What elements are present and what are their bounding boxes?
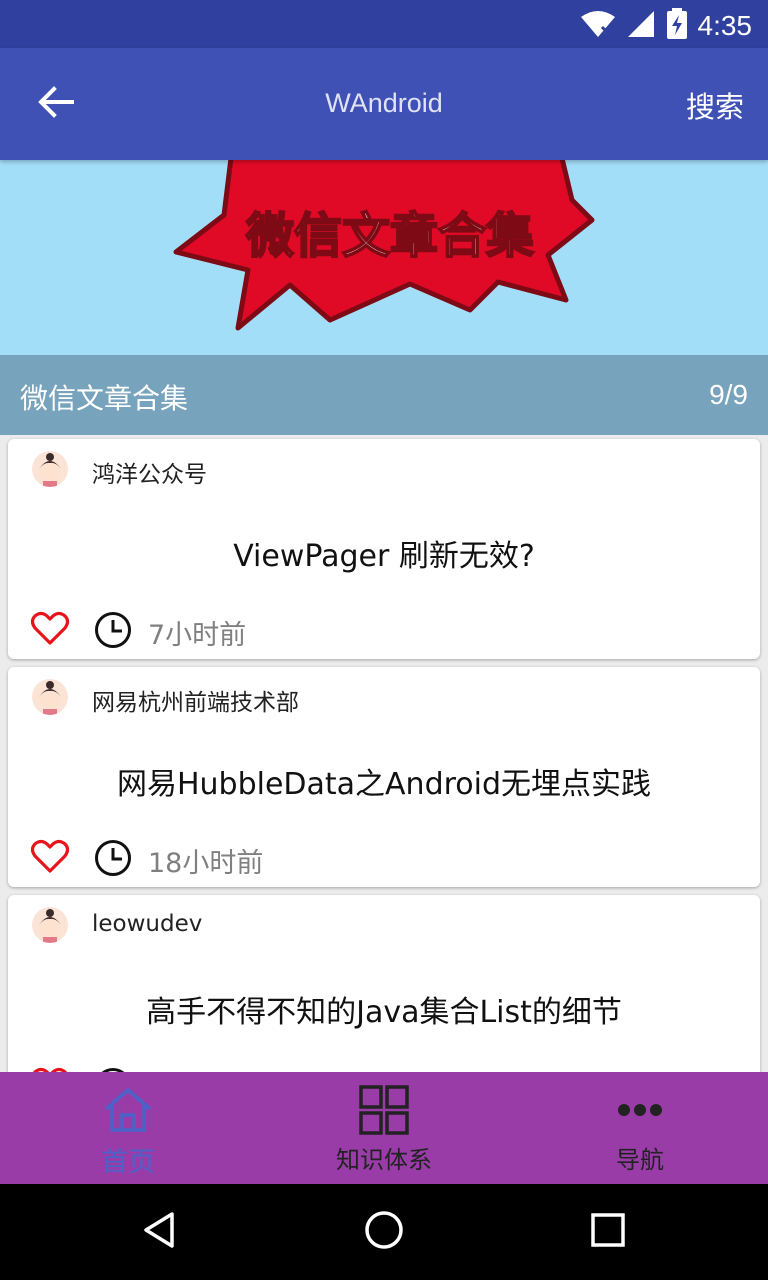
system-back-button[interactable] [136,1208,184,1256]
wifi-icon [580,9,616,43]
article-title[interactable]: ViewPager 刷新无效? [8,531,760,575]
like-button[interactable] [30,609,70,649]
avatar [32,451,68,487]
banner-page-indicator: 9/9 [709,379,748,410]
nav-label-navigation: 导航 [616,1146,664,1174]
banner-caption: 微信文章合集 9/9 [0,355,768,435]
home-icon [102,1084,154,1136]
grid-icon [359,1084,409,1136]
article-card[interactable]: 网易杭州前端技术部 网易HubbleData之Android无埋点实践 18小时… [8,667,760,887]
bottom-navigation: 首页 知识体系 导航 [0,1072,768,1184]
article-card[interactable]: 鸿洋公众号 ViewPager 刷新无效? 7小时前 [8,439,760,659]
article-author: 鸿洋公众号 [92,462,207,488]
more-dots-icon [617,1084,663,1136]
system-recents-button[interactable] [584,1208,632,1256]
banner-art: 微信文章合集 [173,160,595,331]
nav-label-home: 首页 [101,1147,155,1178]
clock-icon [94,611,132,649]
clock-icon [94,839,132,877]
nav-item-navigation[interactable]: 导航 [512,1072,768,1184]
status-bar: 4:35 [0,0,768,48]
avatar [32,907,68,943]
heart-icon [30,611,70,653]
article-time: 7小时前 [148,620,247,651]
signal-icon [626,9,656,43]
nav-item-home[interactable]: 首页 [0,1072,256,1184]
circle-home-icon [363,1209,405,1255]
article-title[interactable]: 网易HubbleData之Android无埋点实践 [8,759,760,803]
nav-label-knowledge: 知识体系 [336,1146,432,1174]
system-home-button[interactable] [360,1208,408,1256]
banner-image[interactable]: 微信文章合集 [0,160,768,355]
article-title[interactable]: 高手不得不知的Java集合List的细节 [8,987,760,1031]
status-icons: 4:35 [580,8,753,44]
heart-icon [30,839,70,881]
like-button[interactable] [30,837,70,877]
nav-item-knowledge[interactable]: 知识体系 [256,1072,512,1184]
article-time: 18小时前 [148,848,264,879]
triangle-back-icon [140,1210,180,1254]
status-time: 4:35 [697,10,753,41]
search-button[interactable]: 搜索 [686,84,744,126]
battery-charging-icon [666,8,688,44]
app-title: WAndroid [325,88,443,118]
banner-art-text: 微信文章合集 [245,208,534,264]
app-bar: WAndroid 搜索 [0,48,768,160]
avatar [32,679,68,715]
article-author: 网易杭州前端技术部 [92,690,299,716]
article-author: leowudev [92,911,203,937]
banner-title: 微信文章合集 [20,382,189,415]
system-navigation-bar [0,1184,768,1280]
square-recents-icon [589,1211,627,1253]
